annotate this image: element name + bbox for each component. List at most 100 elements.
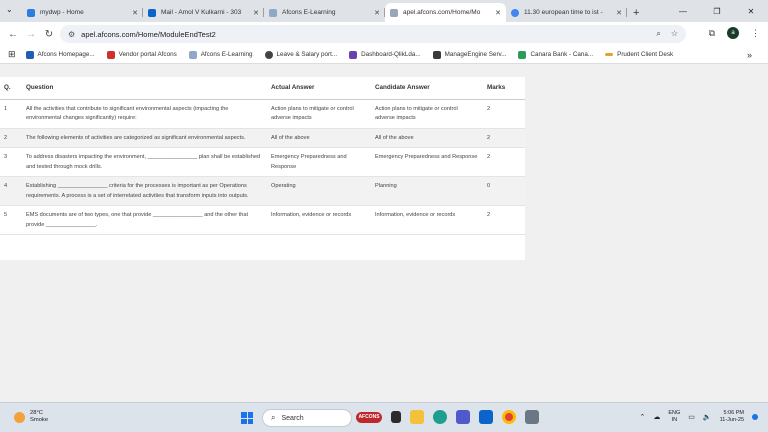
clock[interactable]: 5:06 PM 11-Jun-25	[720, 410, 744, 424]
col-header-question: Question	[22, 77, 267, 100]
close-tab-icon[interactable]: ✕	[374, 9, 380, 17]
notification-icon[interactable]	[752, 414, 758, 420]
bookmark-label: Prudent Client Desk	[617, 51, 674, 58]
col-header-q: Q.	[0, 77, 22, 100]
chrome-icon[interactable]	[502, 410, 516, 424]
elearning-favicon-icon	[269, 8, 277, 17]
cell-marks: 0	[483, 176, 525, 206]
close-tab-icon[interactable]: ✕	[253, 9, 259, 17]
tab-title: mydwp - Home	[40, 9, 84, 16]
close-tab-icon[interactable]: ✕	[132, 9, 138, 17]
bookmark-elearning[interactable]: Afcons E-Learning	[188, 50, 253, 59]
afcons-app-icon[interactable]: AFCONS	[356, 411, 382, 423]
address-bar[interactable]: ⚙ apel.afcons.com/Home/ModuleEndTest2 ⌕ …	[60, 25, 686, 43]
cell-number: 2	[0, 128, 22, 148]
bookmark-label: Leave & Salary port...	[276, 51, 338, 58]
tab-mydwp[interactable]: mydwp - Home ✕	[22, 3, 143, 22]
bookmark-dashboard-qlik[interactable]: Dashboard-QlikLda...	[349, 50, 421, 59]
bookmark-manageengine[interactable]: ManageEngine Serv...	[432, 50, 506, 59]
windows-start-icon[interactable]	[241, 412, 253, 424]
cell-number: 3	[0, 147, 22, 177]
edge-icon[interactable]	[433, 410, 447, 424]
bookmark-vendor-portal[interactable]: Vendor portal Afcons	[106, 50, 177, 59]
outlook-favicon-icon	[148, 8, 156, 17]
minimize-icon[interactable]: —	[666, 7, 700, 16]
page-favicon-icon	[390, 8, 398, 17]
bookmark-afcons-homepage[interactable]: Afcons Homepage...	[25, 50, 95, 59]
tab-strip: ⌄ mydwp - Home ✕ Mail - Amol V Kulkarni …	[0, 0, 768, 22]
table-row: 2 The following elements of activities a…	[0, 128, 525, 148]
window-controls: — ❐ ✕	[666, 0, 768, 22]
table-row: 3 To address disasters impacting the env…	[0, 147, 525, 177]
taskbar-search-placeholder: Search	[281, 414, 304, 422]
extensions-icon[interactable]: ⧉	[709, 28, 715, 39]
cell-number: 1	[0, 99, 22, 129]
more-menu-icon[interactable]: ⋮	[751, 28, 760, 39]
apps-grid-icon[interactable]: ⊞	[8, 49, 16, 60]
system-tray: ⌃ ☁ ENG IN ▭ 🔈 5:06 PM 11-Jun-25	[640, 410, 758, 424]
bookmarks-bar: ⊞ Afcons Homepage... Vendor portal Afcon…	[0, 46, 768, 64]
onedrive-icon[interactable]: ☁	[653, 413, 660, 421]
network-icon[interactable]: ▭	[688, 413, 695, 421]
volume-icon[interactable]: 🔈	[703, 413, 712, 421]
cell-question: The following elements of activities are…	[22, 128, 267, 148]
close-tab-icon[interactable]: ✕	[495, 9, 501, 17]
region-code: IN	[671, 417, 678, 423]
tab-title: 11.30 european time to ist -	[524, 9, 603, 16]
task-view-icon[interactable]	[391, 411, 401, 423]
bookmark-label: Afcons E-Learning	[200, 51, 253, 58]
tab-mail[interactable]: Mail - Amol V Kulkarni - 303 ✕	[143, 3, 264, 22]
bookmark-star-icon[interactable]: ☆	[671, 29, 678, 39]
cell-candidate-answer: Emergency Preparedness and Response	[371, 147, 483, 177]
tab-google-search[interactable]: 11.30 european time to ist - ✕	[506, 3, 627, 22]
search-icon[interactable]: ⌕	[656, 29, 660, 39]
close-window-icon[interactable]: ✕	[734, 7, 768, 16]
maximize-icon[interactable]: ❐	[700, 7, 734, 16]
cell-candidate-answer: Action plans to mitigate or control adve…	[371, 99, 483, 129]
close-tab-icon[interactable]: ✕	[616, 9, 622, 17]
teams-icon[interactable]	[456, 410, 470, 424]
cell-question: To address disasters impacting the envir…	[22, 147, 267, 177]
prudent-icon	[605, 53, 614, 56]
new-tab-icon[interactable]: +	[633, 7, 639, 19]
forward-icon[interactable]: →	[22, 29, 40, 40]
language-indicator[interactable]: ENG IN	[668, 410, 680, 424]
table-header-row: Q. Question Actual Answer Candidate Answ…	[0, 77, 525, 100]
taskbar-search[interactable]: ⌕ Search	[262, 409, 352, 427]
bookmark-label: Afcons Homepage...	[37, 51, 95, 58]
calculator-icon[interactable]	[525, 410, 539, 424]
manageengine-icon	[432, 50, 441, 59]
reload-icon[interactable]: ↻	[40, 29, 58, 40]
table-row: 5 EMS documents are of two types, one th…	[0, 205, 525, 235]
bookmark-label: Dashboard-QlikLda...	[361, 51, 421, 58]
elearning-icon	[188, 50, 197, 59]
back-icon[interactable]: ←	[4, 29, 22, 40]
chevron-up-icon[interactable]: ⌃	[640, 413, 646, 421]
weather-widget[interactable]: 28°C Smoke	[14, 410, 48, 424]
tab-title: Mail - Amol V Kulkarni - 303	[161, 9, 242, 16]
cell-marks: 2	[483, 205, 525, 235]
cell-candidate-answer: All of the above	[371, 128, 483, 148]
more-bookmarks-icon[interactable]: »	[747, 50, 752, 60]
bookmark-prudent[interactable]: Prudent Client Desk	[605, 51, 673, 58]
cell-actual-answer: All of the above	[267, 128, 371, 148]
cell-actual-answer: Information, evidence or records	[267, 205, 371, 235]
tab-elearning[interactable]: Afcons E-Learning ✕	[264, 3, 385, 22]
tab-title: apel.afcons.com/Home/Mo	[403, 9, 481, 16]
cell-candidate-answer: Information, evidence or records	[371, 205, 483, 235]
site-info-icon[interactable]: ⚙	[68, 30, 75, 39]
cell-number: 5	[0, 205, 22, 235]
cell-candidate-answer: Planning	[371, 176, 483, 206]
weather-temp: 28°C	[30, 410, 43, 416]
tab-apel-active[interactable]: apel.afcons.com/Home/Mo ✕	[385, 3, 506, 22]
profile-avatar[interactable]: a	[727, 27, 739, 39]
afcons-logo-icon	[25, 50, 34, 59]
outlook-icon[interactable]	[479, 410, 493, 424]
search-icon: ⌕	[271, 413, 276, 422]
col-header-marks: Marks	[483, 77, 525, 100]
tab-title: Afcons E-Learning	[282, 9, 336, 16]
file-explorer-icon[interactable]	[410, 410, 424, 424]
bookmark-canara-bank[interactable]: Canara Bank - Cana...	[518, 50, 593, 59]
bookmark-leave-salary[interactable]: Leave & Salary port...	[264, 50, 338, 59]
cell-actual-answer: Emergency Preparedness and Response	[267, 147, 371, 177]
